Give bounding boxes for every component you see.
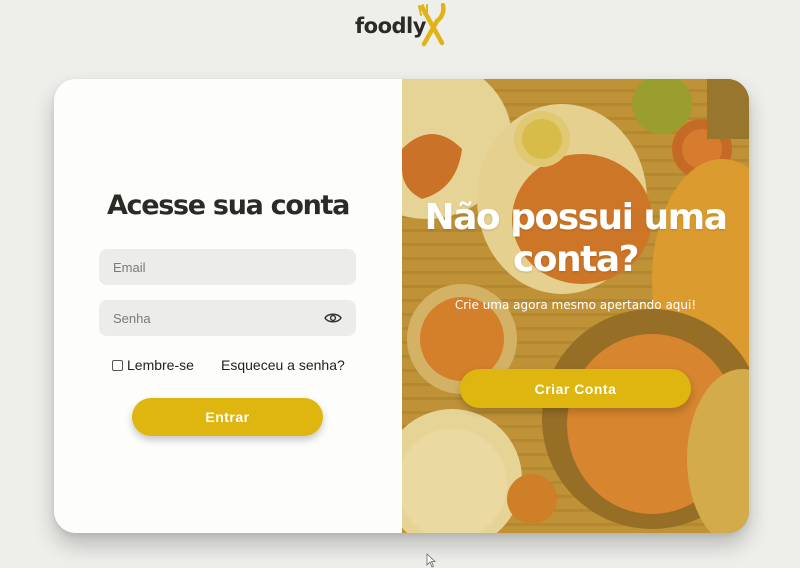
password-field[interactable] bbox=[99, 300, 356, 336]
auth-card: Acesse sua conta Lembre-se Esqueceu a se… bbox=[54, 79, 749, 533]
signup-title: Não possui uma conta? bbox=[424, 197, 728, 280]
login-title: Acesse sua conta bbox=[106, 190, 350, 221]
login-button[interactable]: Entrar bbox=[132, 398, 323, 436]
email-field-container bbox=[99, 249, 356, 285]
eye-icon[interactable] bbox=[324, 312, 342, 324]
fork-knife-x-icon bbox=[418, 3, 446, 47]
email-field[interactable] bbox=[99, 249, 356, 285]
remember-me[interactable]: Lembre-se bbox=[112, 357, 194, 373]
password-field-container bbox=[99, 300, 356, 336]
signup-subtitle: Crie uma agora mesmo apertando aqui! bbox=[454, 298, 697, 312]
forgot-password-link[interactable]: Esqueceu a senha? bbox=[221, 357, 345, 373]
remember-label: Lembre-se bbox=[127, 357, 194, 373]
create-account-button[interactable]: Criar Conta bbox=[460, 369, 691, 408]
remember-checkbox[interactable] bbox=[112, 359, 123, 371]
brand-logo[interactable]: foodly bbox=[355, 3, 446, 47]
login-panel: Acesse sua conta Lembre-se Esqueceu a se… bbox=[54, 79, 402, 533]
mouse-pointer-icon bbox=[426, 553, 436, 568]
signup-panel: Não possui uma conta? Crie uma agora mes… bbox=[402, 79, 749, 533]
